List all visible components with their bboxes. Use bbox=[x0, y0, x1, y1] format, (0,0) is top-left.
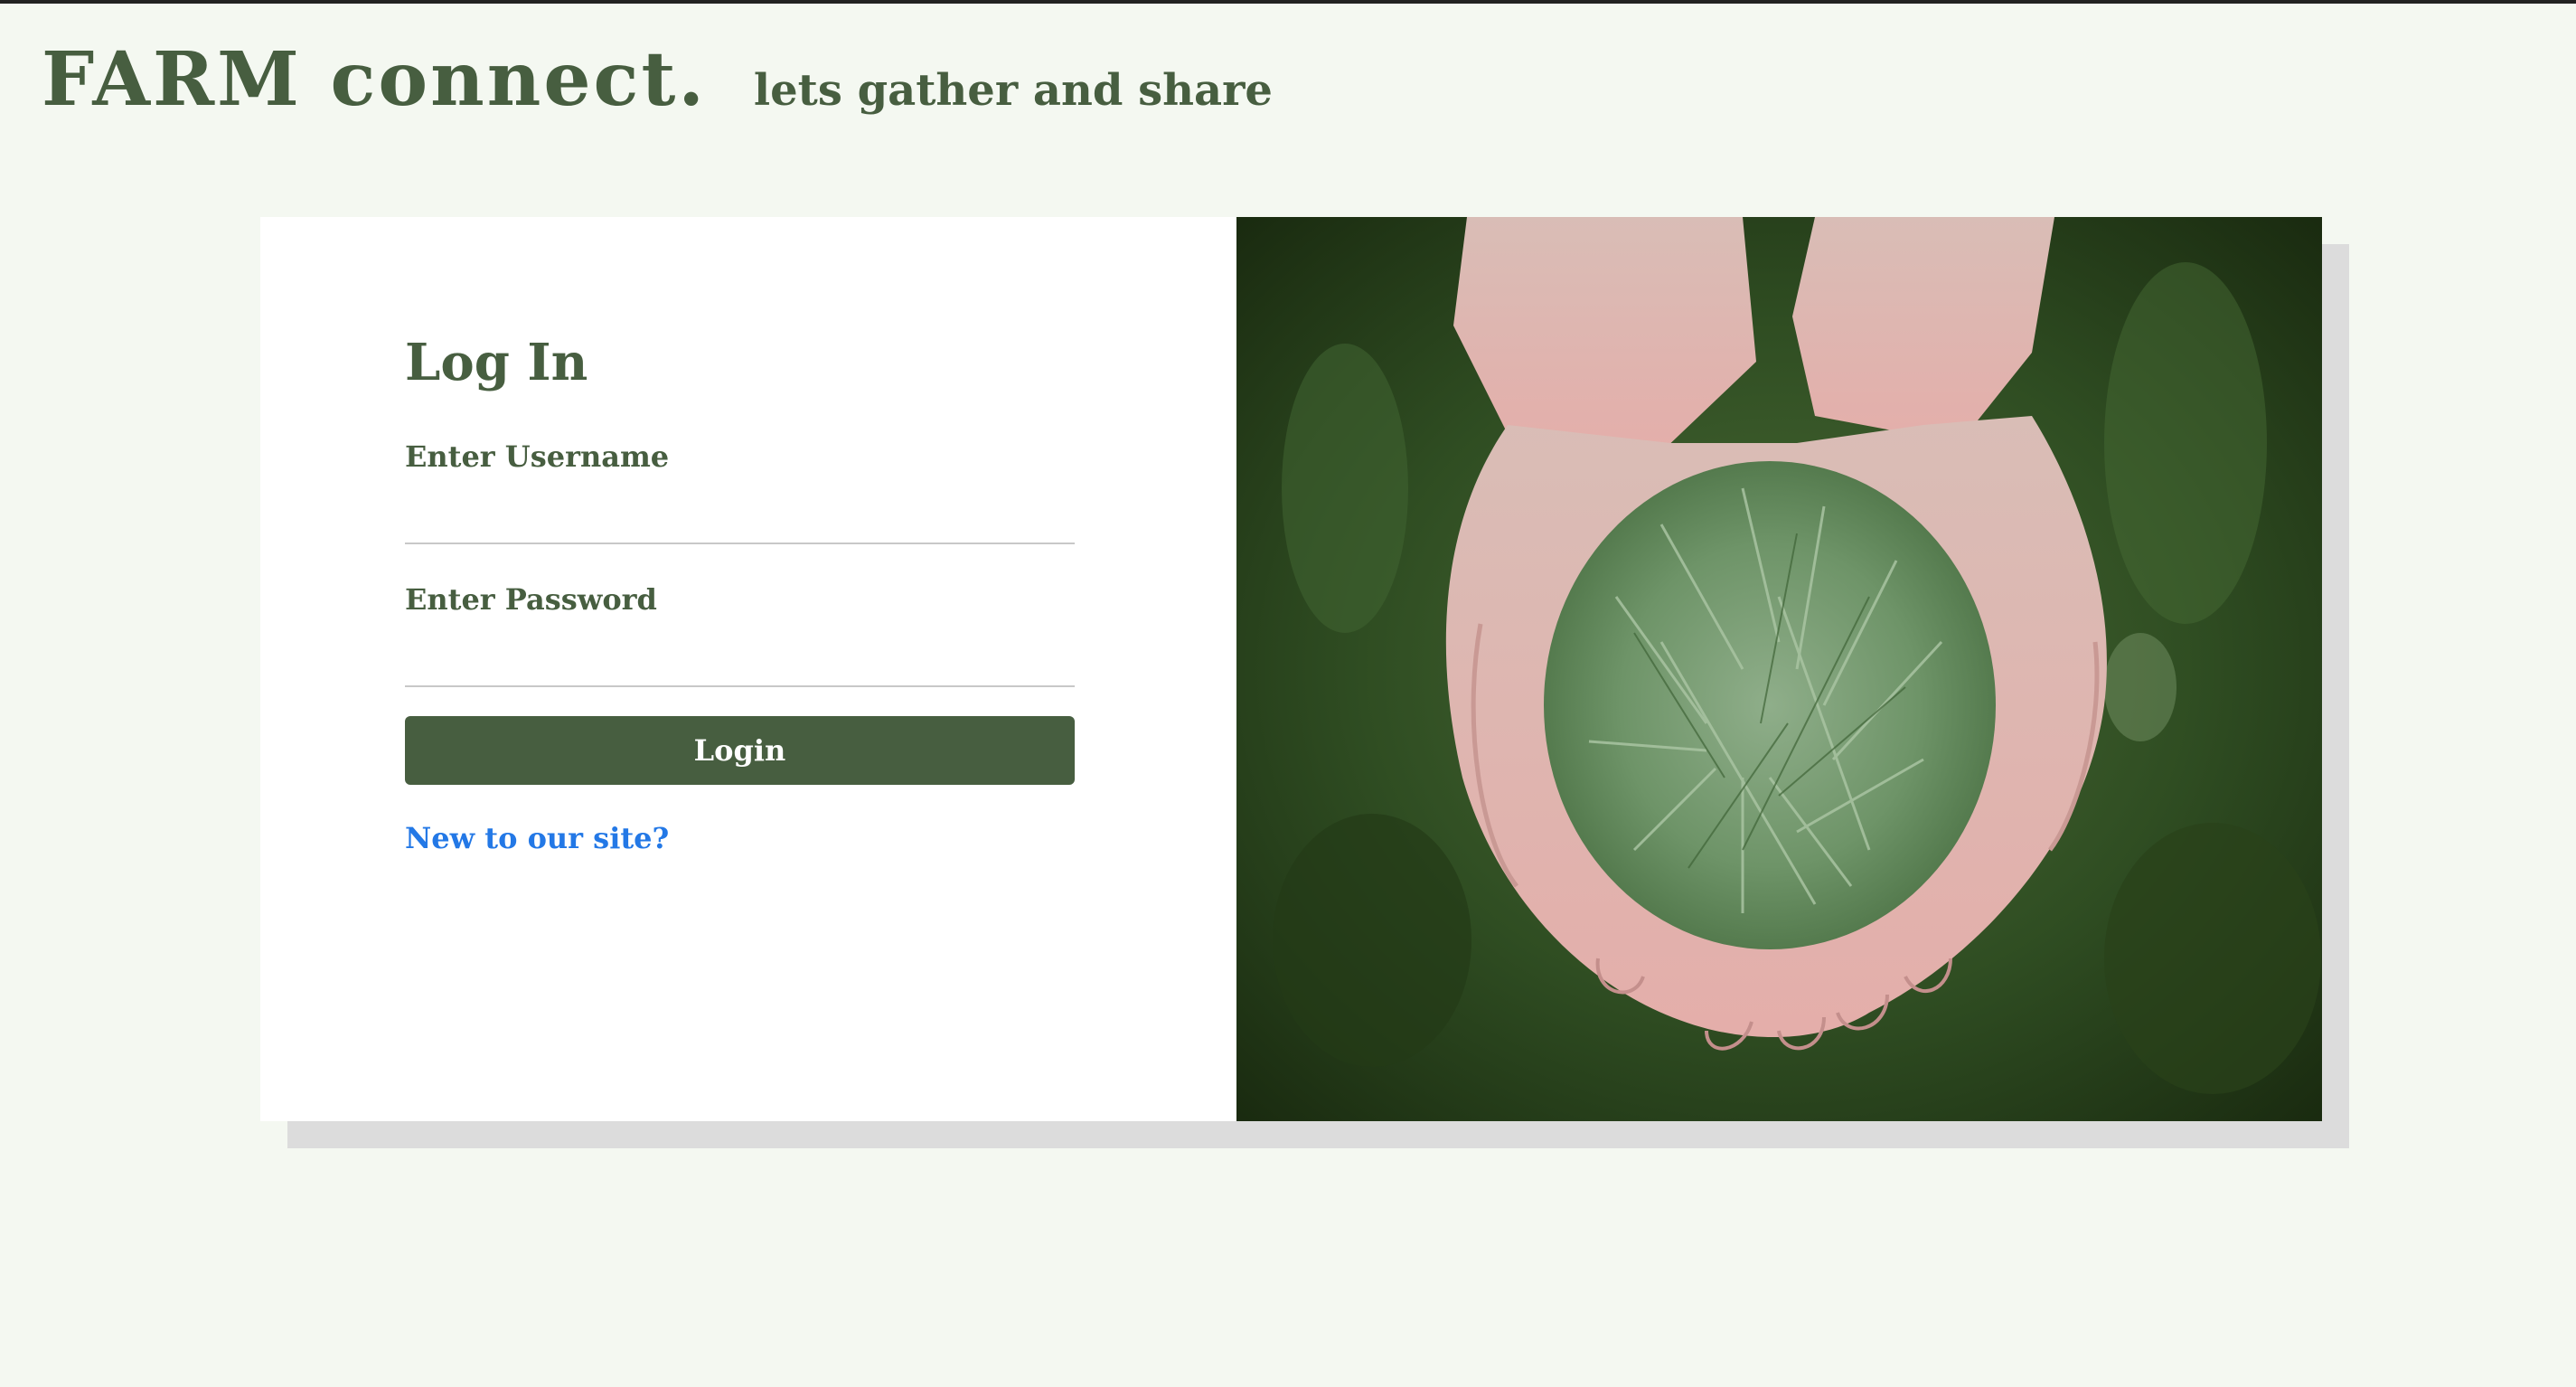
login-form: Log In Enter Username Enter Password Log… bbox=[405, 333, 1075, 855]
site-tagline: lets gather and share bbox=[753, 65, 1273, 116]
password-label: Enter Password bbox=[405, 582, 657, 617]
hero-photo bbox=[1236, 217, 2322, 1121]
username-label: Enter Username bbox=[405, 439, 670, 474]
login-card: Log In Enter Username Enter Password Log… bbox=[260, 217, 2322, 1121]
username-input[interactable] bbox=[405, 474, 1075, 544]
site-header: FARM connect. lets gather and share bbox=[42, 36, 1273, 123]
top-border bbox=[0, 0, 2576, 4]
hands-holding-pine-needles-image bbox=[1236, 217, 2322, 1121]
password-input[interactable] bbox=[405, 617, 1075, 687]
signup-link[interactable]: New to our site? bbox=[405, 821, 669, 855]
login-title: Log In bbox=[405, 333, 588, 392]
brand-logo[interactable]: FARM connect. bbox=[42, 36, 707, 123]
login-button[interactable]: Login bbox=[405, 716, 1075, 785]
login-form-panel: Log In Enter Username Enter Password Log… bbox=[260, 217, 1236, 1121]
